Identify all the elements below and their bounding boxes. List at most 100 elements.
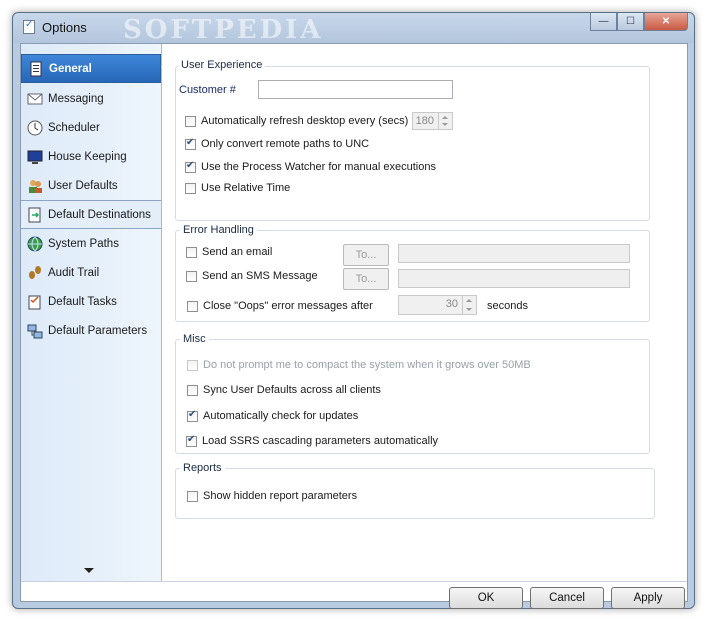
unc-row: Only convert remote paths to UNC [185, 137, 370, 150]
compact-checkbox[interactable] [187, 359, 198, 371]
oops-checkbox[interactable] [187, 300, 198, 312]
relative-time-row: Use Relative Time [185, 182, 290, 194]
sidebar-item-messaging[interactable]: Messaging [21, 84, 161, 113]
sidebar-item-default-parameters[interactable]: Default Parameters [21, 316, 161, 345]
cancel-button[interactable]: Cancel [530, 587, 604, 609]
sidebar-item-user-defaults[interactable]: User Defaults [21, 171, 161, 200]
maximize-button[interactable]: ☐ [617, 13, 644, 31]
destination-icon [27, 207, 43, 223]
tasks-icon [27, 294, 43, 310]
compact-label: Do not prompt me to compact the system w… [203, 359, 531, 371]
auto-refresh-label: Automatically refresh desktop every (sec… [201, 115, 409, 127]
oops-seconds-value: 30 [445, 298, 458, 310]
monitor-icon [27, 149, 43, 165]
sidebar-item-label: Audit Trail [48, 266, 100, 279]
ssrs-checkbox[interactable] [186, 434, 197, 447]
close-button[interactable]: ✕ [644, 13, 688, 31]
relative-time-label: Use Relative Time [201, 182, 291, 194]
customer-label-row: Customer # [179, 84, 236, 96]
email-recipients-field[interactable] [398, 244, 630, 263]
customer-label: Customer # [179, 84, 236, 96]
sync-row: Sync User Defaults across all clients [187, 384, 381, 396]
hidden-params-label: Show hidden report parameters [203, 490, 358, 502]
watcher-checkbox[interactable] [185, 160, 196, 173]
customer-input[interactable] [258, 80, 453, 99]
updates-label: Automatically check for updates [203, 410, 359, 422]
watcher-label: Use the Process Watcher for manual execu… [201, 161, 436, 173]
sidebar-item-label: Messaging [48, 92, 104, 105]
updates-checkbox[interactable] [187, 409, 198, 422]
ok-button[interactable]: OK [449, 587, 523, 609]
window-title: Options [42, 20, 87, 35]
sidebar-item-label: System Paths [48, 237, 119, 250]
sidebar-item-label: House Keeping [48, 150, 127, 163]
oops-row: Close "Oops" error messages after [187, 300, 373, 312]
footprint-icon [27, 265, 43, 281]
oops-label: Close "Oops" error messages after [203, 300, 373, 312]
options-app-icon [23, 19, 35, 34]
oops-unit-row: seconds [487, 300, 528, 312]
hidden-params-checkbox[interactable] [187, 490, 198, 502]
auto-refresh-row: Automatically refresh desktop every (sec… [185, 115, 408, 127]
general-icon [28, 61, 44, 77]
active-pointer [161, 61, 168, 73]
unc-checkbox[interactable] [185, 137, 196, 150]
ssrs-label: Load SSRS cascading parameters automatic… [202, 435, 439, 447]
scroll-down-icon[interactable] [84, 568, 94, 573]
sync-label: Sync User Defaults across all clients [203, 384, 381, 396]
sidebar-item-label: Scheduler [48, 121, 100, 134]
sidebar-item-scheduler[interactable]: Scheduler [21, 113, 161, 142]
spin-up-icon[interactable] [442, 116, 448, 119]
spinner-buttons[interactable] [462, 296, 476, 314]
sidebar-item-label: User Defaults [48, 179, 118, 192]
reports-title: Reports [180, 462, 225, 474]
apply-button[interactable]: Apply [611, 587, 685, 609]
messaging-icon [27, 91, 43, 107]
clock-icon [27, 120, 43, 136]
watcher-row: Use the Process Watcher for manual execu… [185, 160, 436, 173]
sms-row: Send an SMS Message [186, 270, 318, 282]
sync-checkbox[interactable] [187, 384, 198, 396]
sms-label: Send an SMS Message [202, 270, 318, 282]
sidebar-item-label: Default Destinations [48, 208, 151, 221]
compact-row: Do not prompt me to compact the system w… [187, 359, 531, 371]
dialog-client-area: General Messaging Scheduler House Keepin… [20, 43, 688, 609]
sms-to-button[interactable]: To... [343, 268, 389, 290]
spinner-buttons[interactable] [438, 113, 452, 129]
updates-row: Automatically check for updates [187, 409, 359, 422]
spin-down-icon[interactable] [466, 308, 472, 311]
unc-label: Only convert remote paths to UNC [201, 138, 370, 150]
globe-icon [27, 236, 43, 252]
sidebar-item-house-keeping[interactable]: House Keeping [21, 142, 161, 171]
email-checkbox[interactable] [186, 246, 197, 258]
sidebar-item-audit-trail[interactable]: Audit Trail [21, 258, 161, 287]
sidebar-item-general[interactable]: General [21, 54, 161, 83]
email-to-button[interactable]: To... [343, 244, 389, 266]
footer-separator [21, 581, 687, 582]
email-label: Send an email [202, 246, 273, 258]
hidden-params-row: Show hidden report parameters [187, 490, 357, 502]
minimize-button[interactable]: — [590, 13, 617, 31]
auto-refresh-checkbox[interactable] [185, 115, 196, 127]
spin-up-icon[interactable] [466, 299, 472, 302]
watermark: SOFTPEDIA [123, 15, 324, 45]
sms-recipients-field[interactable] [398, 269, 630, 288]
sidebar-item-default-destinations[interactable]: Default Destinations [21, 200, 161, 229]
sms-checkbox[interactable] [186, 270, 197, 282]
auto-refresh-value: 180 [415, 115, 434, 127]
spin-down-icon[interactable] [442, 123, 448, 126]
sidebar-item-default-tasks[interactable]: Default Tasks [21, 287, 161, 316]
oops-unit-label: seconds [487, 300, 528, 312]
sidebar-item-label: Default Tasks [48, 295, 117, 308]
user-experience-title: User Experience [178, 59, 266, 71]
users-icon [27, 178, 43, 194]
relative-time-checkbox[interactable] [185, 182, 196, 194]
error-handling-title: Error Handling [180, 224, 257, 236]
title-bar[interactable]: Options SOFTPEDIA — ☐ ✕ [13, 13, 694, 45]
email-row: Send an email [186, 246, 272, 258]
auto-refresh-spinner[interactable]: 180 [412, 112, 453, 130]
sidebar-item-system-paths[interactable]: System Paths [21, 229, 161, 258]
sidebar: General Messaging Scheduler House Keepin… [21, 44, 162, 581]
oops-seconds-spinner[interactable]: 30 [398, 295, 477, 315]
sidebar-item-label: Default Parameters [48, 324, 148, 337]
